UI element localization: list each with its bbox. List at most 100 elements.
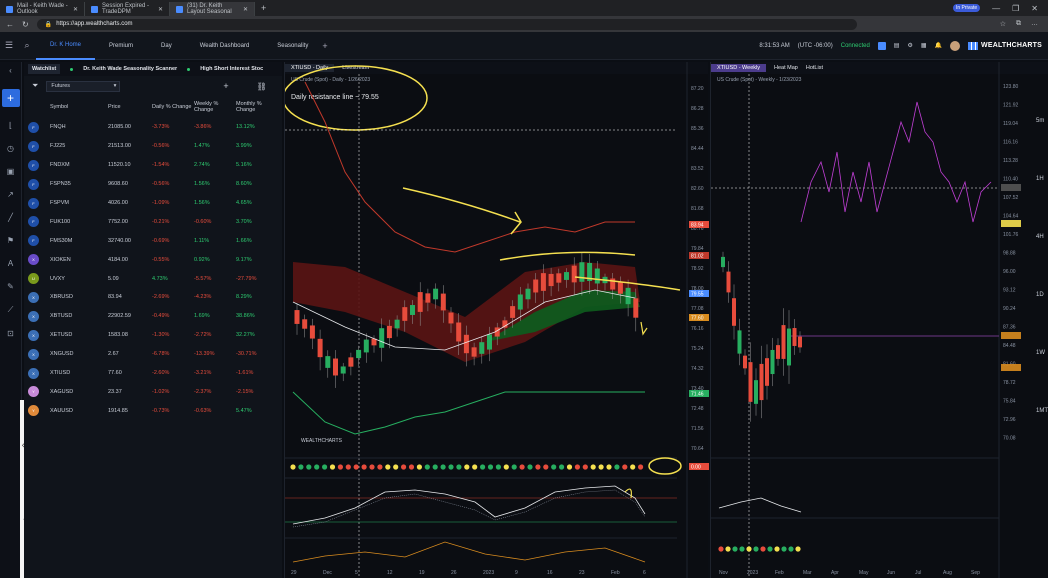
signal-dot — [353, 464, 359, 470]
table-row[interactable]: F FNDXM 11520.10 -1.54% 2.74% 5.16% — [24, 156, 282, 175]
clock-icon[interactable]: ◷ — [7, 144, 14, 153]
link-icon[interactable]: ⛓ — [257, 82, 267, 91]
table-row[interactable]: F FNQH 21085.00 -3.73% -3.86% 13.12% — [24, 118, 282, 137]
col-daily[interactable]: Daily % Change — [152, 104, 194, 110]
table-row[interactable]: F FSPN35 9608.60 -0.56% 1.56% 8.60% — [24, 175, 282, 194]
extensions-icon[interactable]: ⧉ — [1016, 20, 1021, 28]
brush-icon[interactable]: ✎ — [7, 282, 14, 291]
tab-day[interactable]: Day — [147, 32, 186, 60]
watchlist-selector[interactable]: Futures ▾ — [46, 80, 121, 92]
tab-seasonality[interactable]: Seasonality — [263, 32, 322, 60]
x-axis-label: 5 — [355, 570, 358, 576]
inprivate-badge[interactable]: In Private — [953, 4, 981, 12]
ruler-icon[interactable]: ⟋ — [8, 305, 14, 315]
table-row[interactable]: F FUK100 7752.00 -0.21% -0.60% 3.70% — [24, 212, 282, 231]
browser-tab-outlook[interactable]: Mail - Keith Wade - Outlook ✕ — [0, 2, 85, 16]
signal-dot — [393, 464, 399, 470]
browser-tab-tradedpm[interactable]: Session Expired - TradeDPM ✕ — [85, 2, 170, 16]
flag-icon[interactable]: ⚑ — [7, 236, 14, 245]
tab-watchlist[interactable]: Watchlist — [28, 64, 61, 74]
close-window-icon[interactable]: ✕ — [1031, 4, 1038, 13]
add-button[interactable]: + — [1, 89, 20, 107]
signal-dot — [511, 464, 517, 470]
signal-dot — [582, 464, 588, 470]
col-price[interactable]: Price — [108, 104, 152, 110]
signal-dot — [551, 464, 557, 470]
daily-change-cell: -0.49% — [152, 313, 170, 320]
price-cell: 32740.00 — [108, 237, 131, 244]
tab-premium[interactable]: Premium — [95, 32, 147, 60]
close-icon[interactable]: ✕ — [243, 6, 248, 13]
chart-pane-weekly[interactable]: XTIUSD - Weekly Heat Map HotList US Crud… — [710, 62, 1048, 578]
table-row[interactable]: U UVXY 5.09 4.73% -5.57% -27.79% — [24, 269, 282, 288]
settings-icon[interactable]: ⚙ — [907, 42, 912, 49]
col-weekly[interactable]: Weekly % Change — [194, 101, 236, 113]
table-row[interactable]: X XBTUSD 22902.59 -0.49% 1.69% 38.86% — [24, 307, 282, 326]
layout-icon[interactable]: ▤ — [894, 42, 900, 49]
tab-high-short-interest[interactable]: High Short Interest Stoc — [200, 66, 263, 72]
monthly-change-cell: 3.70% — [236, 218, 252, 225]
weekly-chart-canvas[interactable]: 123.80 121.92 119.04 116.16 113.28 110.40 107.… — [711, 62, 1048, 578]
col-monthly[interactable]: Monthly % Change — [236, 101, 276, 113]
expand-icon[interactable]: ‹ — [9, 66, 12, 75]
weekly-change-cell: -3.86% — [194, 124, 212, 131]
table-row[interactable]: F FSPVM 4026.00 -1.09% 1.56% 4.65% — [24, 194, 282, 213]
table-row[interactable]: Y XAGUSD 23.37 -1.02% -2.37% -2.15% — [24, 382, 282, 401]
close-icon[interactable]: ✕ — [73, 6, 78, 13]
new-tab-button[interactable]: + — [261, 3, 266, 13]
seasonal-line — [800, 101, 992, 223]
monthly-change-cell: 9.17% — [236, 256, 252, 263]
address-bar[interactable]: 🔒 https://app.wealthcharts.com — [36, 18, 857, 30]
candle — [633, 298, 639, 318]
table-row[interactable]: X XETUSD 1583.08 -1.30% -2.72% 32.27% — [24, 326, 282, 345]
add-symbol-button[interactable]: + — [223, 81, 228, 91]
signal-dot — [781, 546, 787, 552]
daily-chart-canvas[interactable]: 87.2086.2885.3684.4483.5282.6081.6880.76… — [285, 62, 709, 578]
line-tool-icon[interactable]: ╱ — [8, 213, 13, 222]
tab-wealth-dashboard[interactable]: Wealth Dashboard — [186, 32, 264, 60]
table-row[interactable]: X XIOKEN 4184.00 -0.55% 0.92% 9.17% — [24, 250, 282, 269]
grid-icon[interactable]: ▦ — [921, 42, 927, 49]
refresh-icon[interactable]: ↻ — [22, 20, 29, 29]
table-row[interactable]: X XBRUSD 83.94 -2.69% -4.23% 8.29% — [24, 288, 282, 307]
maximize-icon[interactable]: ❐ — [1012, 4, 1019, 13]
chart-icon[interactable]: ⌊ — [9, 121, 12, 130]
watchlist-rows: F FNQH 21085.00 -3.73% -3.86% 13.12% F FJ225 215… — [24, 118, 282, 420]
timeframe-label: 1D — [1036, 292, 1044, 298]
chart-pane-daily[interactable]: XTIUSD - Daily Livestream US Crude (Spot… — [284, 62, 709, 578]
back-icon[interactable]: ← — [6, 20, 14, 29]
text-tool-icon[interactable]: A — [8, 259, 13, 268]
symbol-cell: XAGUSD — [50, 388, 74, 395]
symbol-icon: F — [28, 159, 39, 171]
candle — [302, 319, 308, 329]
save-icon[interactable] — [877, 41, 886, 50]
symbol-icon: U — [28, 273, 39, 285]
table-row[interactable]: X XNGUSD 2.67 -6.78% -13.39% -30.71% — [24, 345, 282, 364]
table-row[interactable]: F FMS30M 32740.00 -0.69% 1.11% 1.66% — [24, 231, 282, 250]
lock-icon[interactable]: ⊡ — [7, 329, 14, 338]
signal-dot — [337, 464, 343, 470]
trend-icon[interactable]: ↗ — [7, 190, 14, 199]
minimize-icon[interactable]: — — [992, 4, 1000, 13]
table-row[interactable]: Y XAUUSD 1914.85 -0.73% -0.63% 5.47% — [24, 401, 282, 420]
daily-change-cell: -2.69% — [152, 294, 170, 301]
tab-seasonality-scanner[interactable]: Dr. Keith Wade Seasonality Scanner — [83, 66, 177, 72]
search-icon[interactable]: ⌕ — [18, 40, 36, 51]
price-cell: 9608.60 — [108, 181, 128, 188]
more-icon[interactable]: … — [1031, 20, 1038, 28]
filter-icon[interactable]: ⏷ — [32, 81, 38, 91]
table-row[interactable]: F FJ225 21513.00 -0.56% 1.47% 3.99% — [24, 137, 282, 156]
calendar-icon[interactable]: ▣ — [7, 167, 15, 176]
axis-label: 75.84 — [1003, 399, 1016, 405]
table-row[interactable]: X XTIUSD 77.60 -2.60% -3.21% -1.61% — [24, 364, 282, 383]
col-symbol[interactable]: Symbol — [50, 104, 108, 110]
star-icon[interactable]: ☆ — [1000, 20, 1006, 28]
hamburger-icon[interactable]: ☰ — [0, 40, 18, 51]
browser-tab-wealthcharts[interactable]: (31) Dr. Keith Layout Seasonal ✕ — [170, 2, 255, 16]
close-icon[interactable]: ✕ — [158, 6, 163, 13]
signal-dot — [369, 464, 375, 470]
add-tab-button[interactable]: + — [322, 41, 327, 51]
avatar[interactable] — [950, 40, 961, 51]
bell-icon[interactable]: 🔔 — [935, 42, 942, 49]
tab-dr-k-home[interactable]: Dr. K Home — [36, 32, 96, 60]
